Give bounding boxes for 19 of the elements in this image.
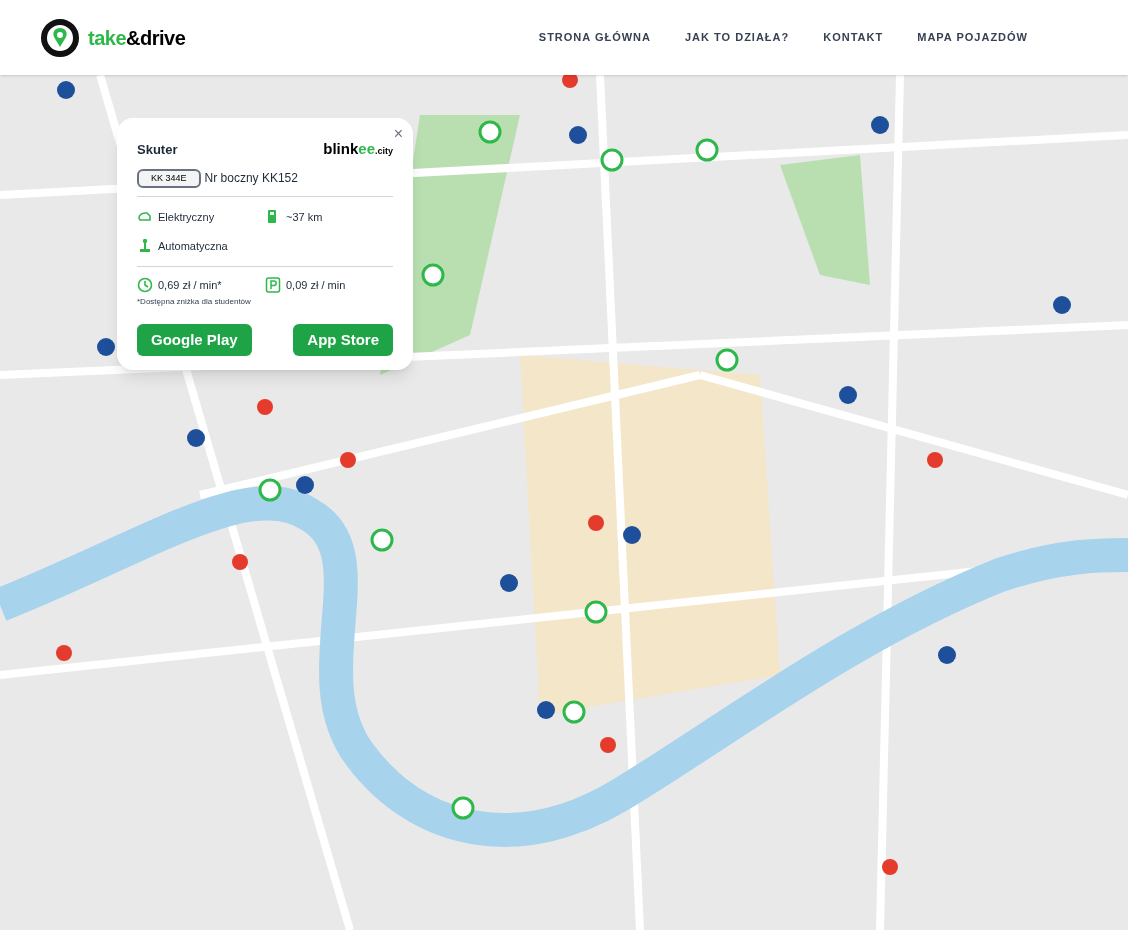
price-text: 0,09 zł / min	[286, 278, 346, 293]
price-text: 0,69 zł / min*	[158, 278, 222, 293]
logo-text[interactable]: take&drive	[88, 22, 186, 53]
parking-icon	[265, 277, 281, 294]
feature-text: Automatyczna	[158, 238, 228, 254]
nav-link[interactable]: KONTAKT	[823, 29, 884, 46]
side-number: Nr boczny KK152	[204, 170, 298, 188]
nav-link[interactable]: MAPA POJAZDÓW	[917, 29, 1028, 46]
gear-lever-icon	[137, 237, 153, 254]
nav-link[interactable]: JAK TO DZIAŁA?	[685, 29, 790, 46]
student-discount-note: *Dostępna zniżka dla studentów	[137, 295, 252, 308]
brand-logo: blinkee.city	[323, 139, 393, 159]
feature-text: Elektryczny	[158, 210, 215, 225]
nav-link[interactable]: STRONA GŁÓWNA	[538, 29, 651, 46]
close-button[interactable]: ×	[393, 122, 403, 146]
feature-text: ~37 km	[286, 210, 323, 225]
vehicle-type: Skuter	[137, 140, 178, 159]
clock-icon	[137, 277, 153, 294]
license-plate: KK 344E	[137, 168, 201, 188]
